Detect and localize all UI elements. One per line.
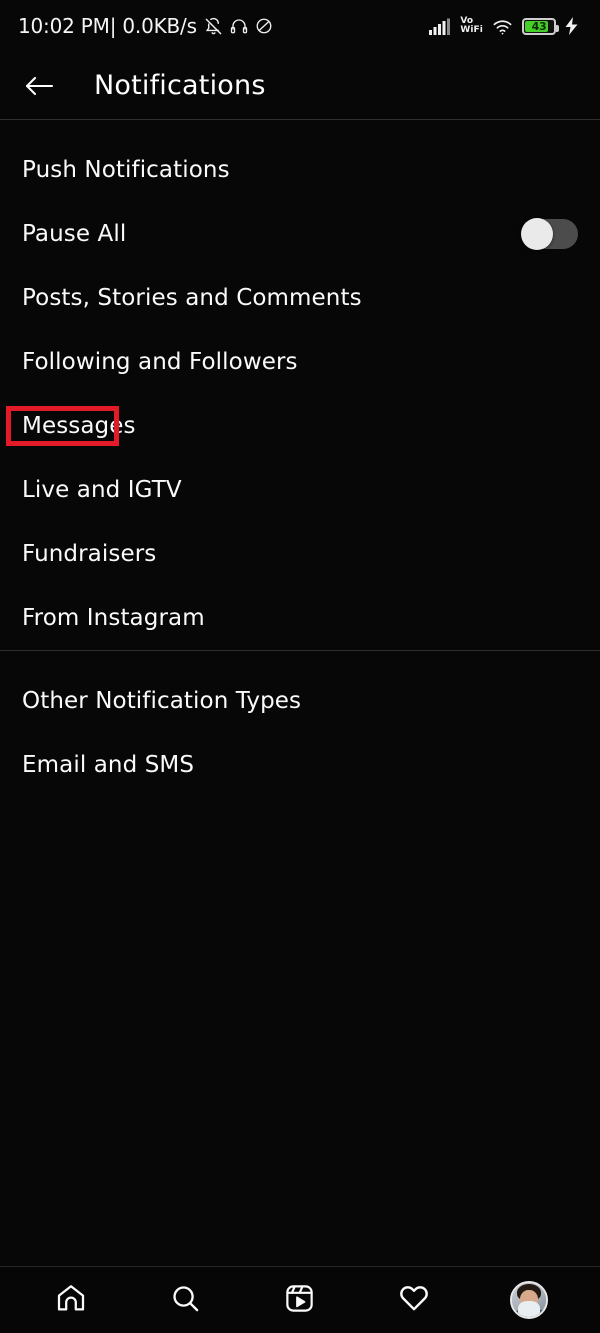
- bell-muted-icon: [204, 17, 223, 36]
- section-other-notification-types: Other Notification Types Email and SMS: [0, 651, 600, 797]
- back-arrow-icon[interactable]: [18, 65, 60, 107]
- row-label-email-and-sms: Email and SMS: [22, 752, 195, 778]
- wifi-icon: [492, 18, 513, 35]
- status-bar: 10:02 PM| 0.0KB/s Vo WiFi 43: [0, 0, 600, 52]
- row-label-live-and-igtv: Live and IGTV: [22, 477, 182, 503]
- avatar-icon: [509, 1281, 548, 1319]
- settings-list: Push Notifications Pause All Posts, Stor…: [0, 120, 600, 1266]
- section-header-label: Other Notification Types: [22, 688, 302, 714]
- row-email-and-sms[interactable]: Email and SMS: [0, 733, 600, 797]
- nav-reels[interactable]: [272, 1275, 328, 1325]
- nav-home[interactable]: [43, 1275, 99, 1325]
- reels-icon: [284, 1283, 315, 1318]
- vowifi-indicator: Vo WiFi: [460, 17, 483, 35]
- row-posts-stories-comments[interactable]: Posts, Stories and Comments: [0, 266, 600, 330]
- row-label-pause-all: Pause All: [22, 221, 127, 247]
- bottom-navigation-bar: [0, 1266, 600, 1333]
- row-following-and-followers[interactable]: Following and Followers: [0, 330, 600, 394]
- row-label-following-and-followers: Following and Followers: [22, 349, 298, 375]
- heart-icon: [398, 1282, 430, 1318]
- search-icon: [170, 1283, 201, 1318]
- app-screen: 10:02 PM| 0.0KB/s Vo WiFi 43 Notificatio…: [0, 0, 600, 1333]
- section-header-push-notifications: Push Notifications: [0, 138, 600, 202]
- home-icon: [55, 1282, 87, 1318]
- row-fundraisers[interactable]: Fundraisers: [0, 522, 600, 586]
- pause-all-toggle[interactable]: [521, 218, 578, 250]
- dnd-icon: [255, 17, 273, 35]
- headphones-icon: [230, 17, 248, 35]
- status-bar-time: 10:02 PM| 0.0KB/s: [18, 14, 197, 38]
- battery-level-text: 43: [531, 19, 547, 33]
- row-live-and-igtv[interactable]: Live and IGTV: [0, 458, 600, 522]
- avatar-mask: [517, 1301, 540, 1317]
- battery-indicator: 43: [522, 17, 559, 35]
- status-bar-left: 10:02 PM| 0.0KB/s: [18, 14, 273, 38]
- toggle-knob: [521, 218, 553, 250]
- section-push-notifications: Push Notifications Pause All Posts, Stor…: [0, 120, 600, 650]
- nav-activity[interactable]: [386, 1275, 442, 1325]
- row-label-fundraisers: Fundraisers: [22, 541, 157, 567]
- section-header-other-notification-types: Other Notification Types: [0, 669, 600, 733]
- row-label-messages: Messages: [22, 413, 136, 439]
- page-header: Notifications: [0, 52, 600, 119]
- vowifi-line-2: WiFi: [460, 25, 483, 35]
- page-title: Notifications: [94, 70, 266, 101]
- lightning-bolt-icon: [565, 17, 578, 35]
- signal-bars-icon: [429, 18, 451, 35]
- row-from-instagram[interactable]: From Instagram: [0, 586, 600, 650]
- nav-search[interactable]: [158, 1275, 214, 1325]
- section-header-label: Push Notifications: [22, 157, 230, 183]
- status-bar-right: Vo WiFi 43: [429, 17, 578, 35]
- row-pause-all[interactable]: Pause All: [0, 202, 600, 266]
- row-messages[interactable]: Messages: [0, 394, 600, 458]
- row-label-from-instagram: From Instagram: [22, 605, 205, 631]
- row-label-posts-stories-comments: Posts, Stories and Comments: [22, 285, 362, 311]
- nav-profile[interactable]: [501, 1275, 557, 1325]
